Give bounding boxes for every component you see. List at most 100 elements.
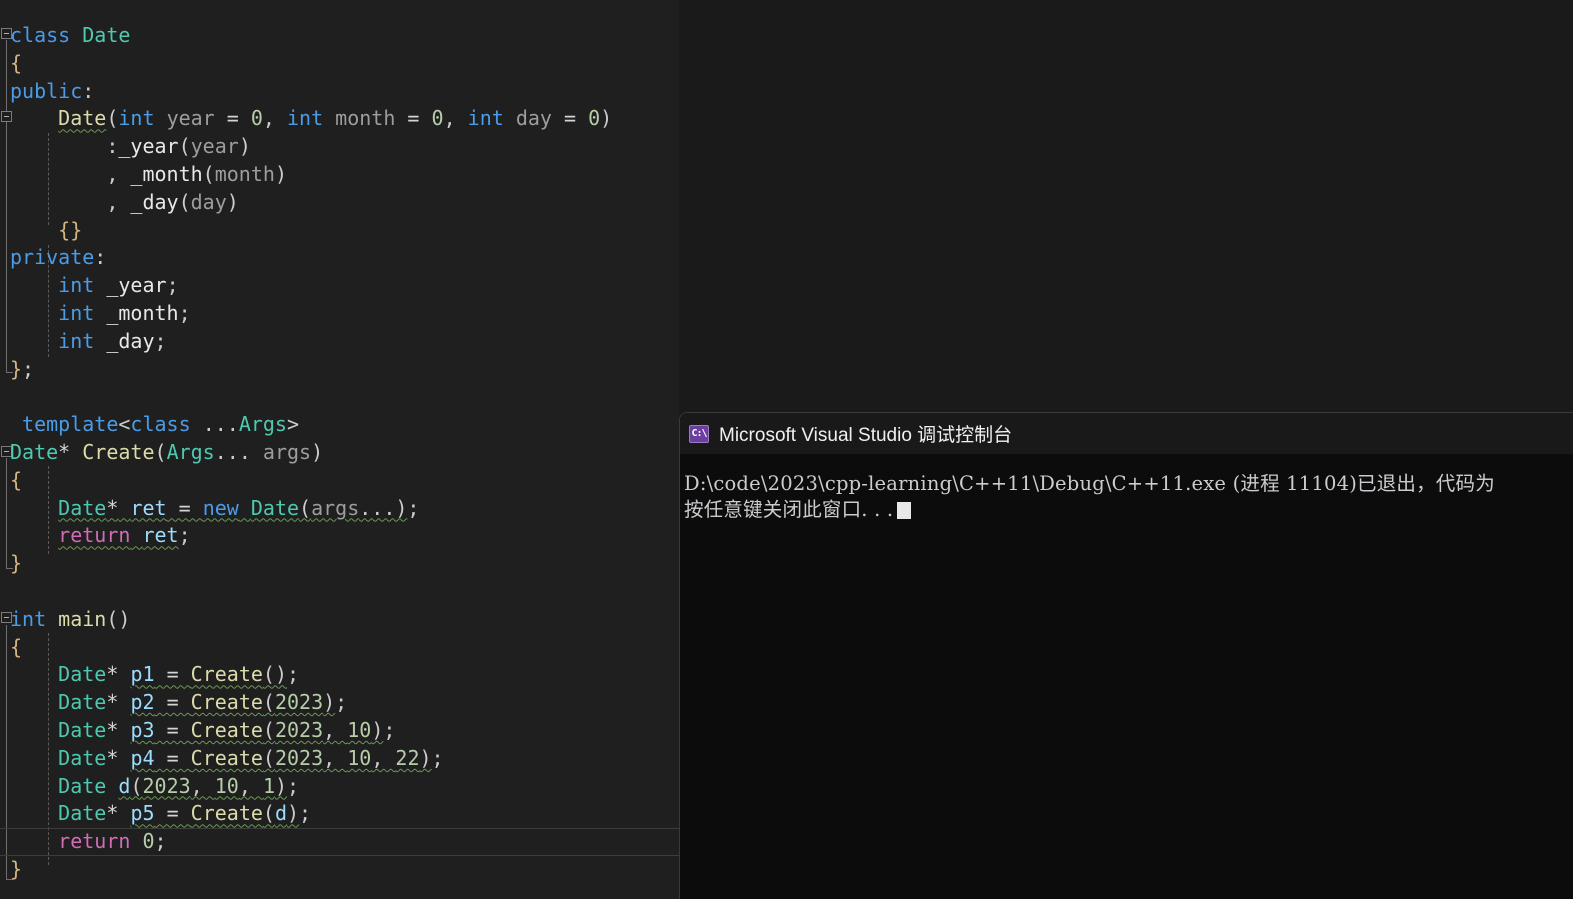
code-token: p1 (130, 662, 155, 687)
code-line: Date* p5 = Create(d); (0, 800, 311, 828)
code-token: _year (106, 273, 167, 298)
code-token: = (154, 801, 191, 826)
code-token: ) (238, 134, 251, 159)
code-token: : (94, 245, 107, 270)
code-line: return 0; (0, 828, 167, 856)
code-token: Date (58, 718, 107, 742)
code-token: * (106, 745, 131, 770)
code-token: ; (287, 662, 300, 687)
code-token: Args (238, 412, 287, 437)
code-token: 22 (395, 745, 420, 770)
code-token: args (262, 440, 312, 464)
code-token: int (10, 606, 47, 631)
console-titlebar[interactable]: C:\ Microsoft Visual Studio 调试控制台 (680, 413, 1573, 454)
code-line: }; (0, 356, 34, 384)
code-line: template<class ...Args> (0, 411, 299, 439)
console-window-title: Microsoft Visual Studio 调试控制台 (719, 425, 1013, 446)
code-token: Date (58, 773, 107, 798)
code-token: int (58, 301, 95, 325)
code-token: = (395, 106, 432, 131)
code-token: ( (178, 134, 191, 159)
code-line: , _day(day) (0, 189, 238, 217)
code-editor[interactable]: class Date { public: Date(int year = 0, in… (0, 0, 679, 899)
code-token: ; (383, 718, 396, 742)
code-token: ; (335, 690, 348, 715)
code-token: day (515, 106, 552, 131)
code-token: Date (250, 495, 300, 520)
code-token: _month (130, 162, 203, 186)
code-token: , (443, 106, 468, 131)
code-line: Date* ret = new Date(args...); (0, 495, 419, 523)
code-editor-surface[interactable]: class Date { public: Date(int year = 0, in… (0, 0, 679, 899)
code-token: Create (190, 662, 263, 687)
code-token: return (58, 523, 131, 548)
code-line: } (0, 550, 22, 578)
code-token: * (58, 440, 71, 464)
code-token: private (10, 245, 95, 270)
code-token: } (10, 551, 23, 576)
code-token: ( (154, 440, 167, 464)
code-line: Date* p1 = Create(); (0, 661, 299, 689)
debug-console-window[interactable]: C:\ Microsoft Visual Studio 调试控制台 D:\cod… (679, 412, 1573, 899)
code-line: , _month(month) (0, 161, 287, 189)
code-token: _month (106, 301, 179, 325)
code-token: ) (274, 162, 287, 186)
code-token: ; (154, 829, 167, 854)
code-token: main (58, 606, 107, 631)
code-token: = (154, 662, 191, 687)
code-token: , (106, 189, 131, 214)
code-token: ) (287, 801, 300, 826)
code-token: ...) (359, 495, 408, 520)
code-token: d (118, 773, 131, 798)
code-token: 0 (142, 829, 155, 854)
code-token: ; (287, 773, 300, 798)
code-token: args (311, 495, 360, 520)
code-token: , (262, 106, 287, 131)
code-token: ) (323, 690, 336, 715)
code-token: Create (190, 801, 263, 826)
code-token: template (22, 412, 119, 437)
code-token: ; (431, 745, 444, 770)
code-line: class Date (0, 22, 130, 50)
code-token: = (551, 106, 589, 131)
code-line: Date(int year = 0, int month = 0, int da… (0, 105, 612, 133)
code-token: 2023 (274, 690, 324, 715)
code-token: p3 (130, 718, 155, 742)
code-token: * (106, 801, 131, 826)
code-line: int main() (0, 606, 130, 634)
console-output-area[interactable]: D:\code\2023\cpp-learning\C++11\Debug\C+… (680, 454, 1573, 899)
code-token: int (118, 106, 155, 131)
code-token: ; (166, 273, 179, 298)
code-token: 0 (588, 106, 601, 131)
code-line: { (0, 634, 22, 662)
code-token: {} (58, 217, 83, 242)
code-token: * (106, 495, 119, 520)
code-token: ( (262, 718, 275, 742)
console-output-line: D:\code\2023\cpp-learning\C++11\Debug\C+… (684, 472, 1495, 495)
code-line: Date* Create(Args... args) (0, 439, 323, 467)
code-token: , (190, 773, 215, 798)
code-token: public (10, 78, 83, 103)
code-token: ret (130, 495, 167, 520)
code-token: _year (118, 134, 179, 159)
